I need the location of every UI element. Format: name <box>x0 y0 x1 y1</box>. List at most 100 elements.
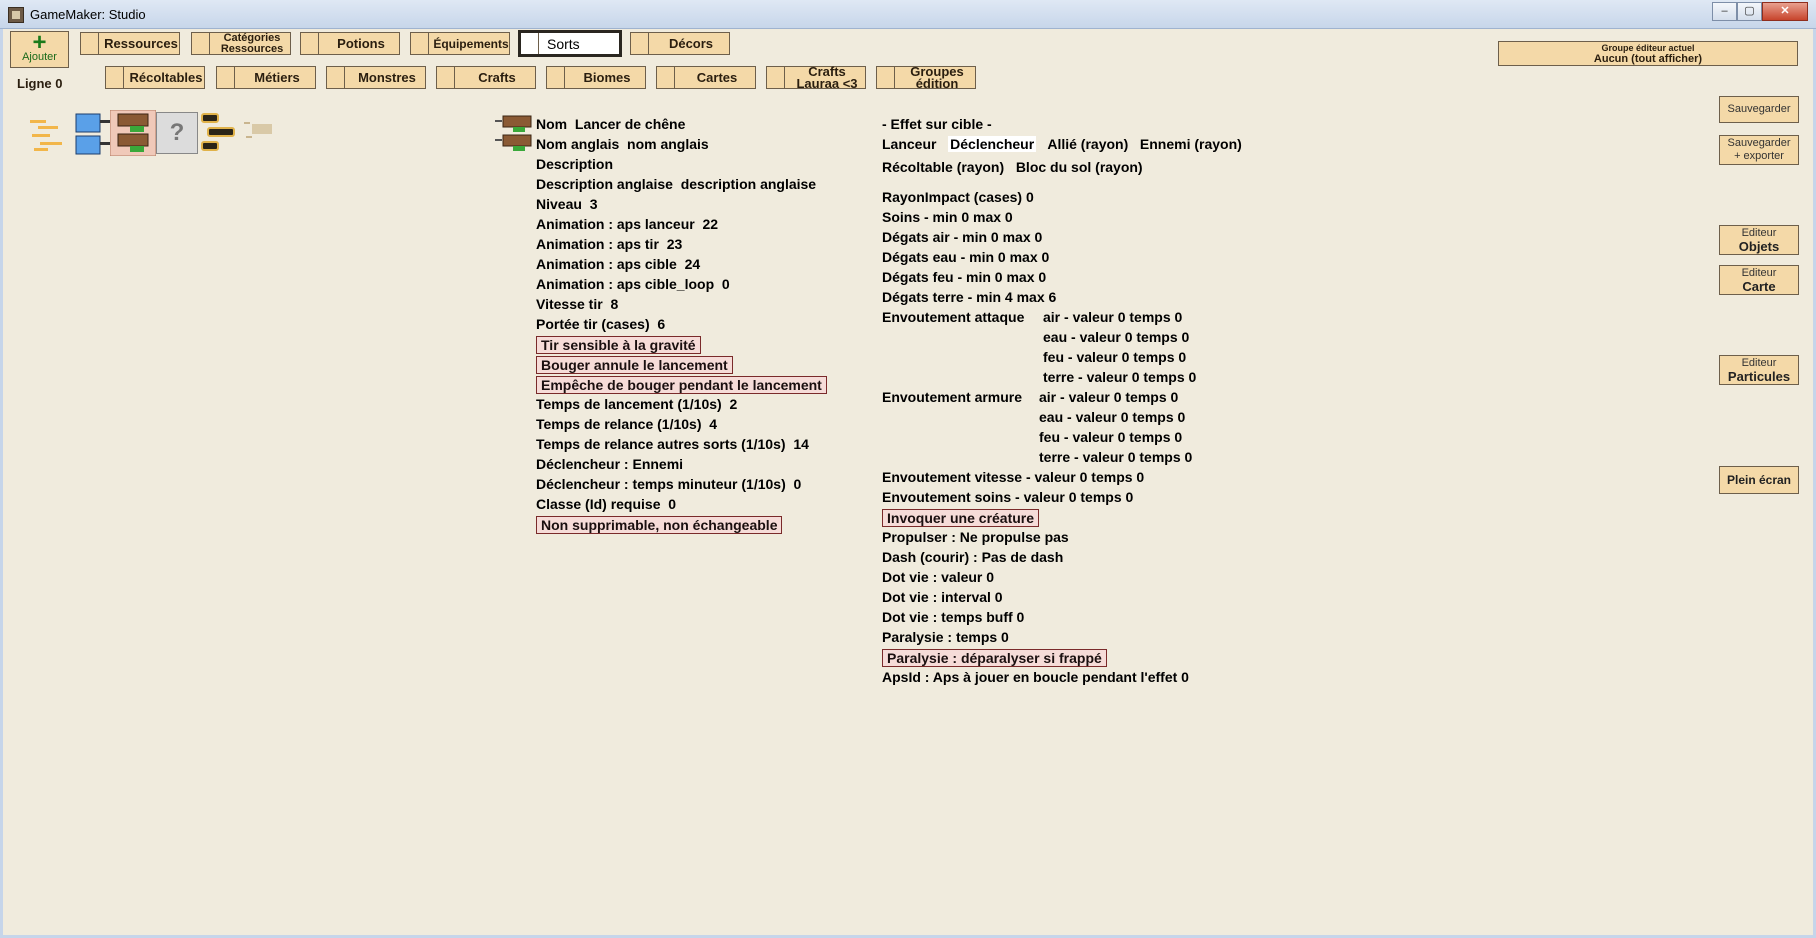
spell-thumb-2[interactable] <box>72 112 114 156</box>
heal[interactable]: Soins - min 0 max 0 <box>882 209 1013 225</box>
tab-checkbox[interactable] <box>327 67 345 88</box>
tab-potions[interactable]: Potions <box>300 32 400 55</box>
particle-editor-button[interactable]: Editeur Particules <box>1719 355 1799 385</box>
curse-speed[interactable]: Envoutement vitesse - valeur 0 temps 0 <box>882 469 1144 485</box>
tab-checkbox[interactable] <box>106 67 124 88</box>
target-trigger[interactable]: Déclencheur <box>948 136 1037 152</box>
flag-summon[interactable]: Invoquer une créature <box>882 509 1040 527</box>
curse-attack-water[interactable]: eau - valeur 0 temps 0 <box>1043 329 1189 345</box>
editor-group-selector[interactable]: Groupe éditeur actuel Aucun (tout affich… <box>1498 41 1798 66</box>
spell-description-en[interactable]: Description anglaise description anglais… <box>536 176 816 192</box>
damage-fire[interactable]: Dégats feu - min 0 max 0 <box>882 269 1046 285</box>
target-caster[interactable]: Lanceur <box>882 136 936 152</box>
curse-heal[interactable]: Envoutement soins - valeur 0 temps 0 <box>882 489 1133 505</box>
save-button[interactable]: Sauvegarder <box>1719 96 1799 123</box>
tab-groupes-edition[interactable]: Groupes édition <box>876 65 976 90</box>
damage-air[interactable]: Dégats air - min 0 max 0 <box>882 229 1042 245</box>
impact-radius[interactable]: RayonImpact (cases) 0 <box>882 189 1034 205</box>
trigger-timer[interactable]: Déclencheur : temps minuteur (1/10s) 0 <box>536 476 801 492</box>
unknown-thumb-icon[interactable]: ? <box>156 112 198 154</box>
damage-water[interactable]: Dégats eau - min 0 max 0 <box>882 249 1049 265</box>
target-ground-block[interactable]: Bloc du sol (rayon) <box>1016 159 1143 175</box>
curse-armor-air[interactable]: air - valeur 0 temps 0 <box>1039 389 1178 405</box>
target-enemy[interactable]: Ennemi (rayon) <box>1140 136 1242 152</box>
cooldown[interactable]: Temps de relance (1/10s) 4 <box>536 416 717 432</box>
tab-cartes[interactable]: Cartes <box>656 66 756 89</box>
curse-armor-earth[interactable]: terre - valeur 0 temps 0 <box>1039 449 1192 465</box>
tab-crafts[interactable]: Crafts <box>436 66 536 89</box>
tab-checkbox[interactable] <box>217 67 235 88</box>
dot-interval[interactable]: Dot vie : interval 0 <box>882 589 1003 605</box>
flag-no-move[interactable]: Empêche de bouger pendant le lancement <box>536 376 827 394</box>
flag-undeletable[interactable]: Non supprimable, non échangeable <box>536 516 783 534</box>
tab-checkbox[interactable] <box>192 33 210 54</box>
trigger[interactable]: Déclencheur : Ennemi <box>536 456 683 472</box>
tab-checkbox[interactable] <box>767 67 785 88</box>
tab-categories-ressources[interactable]: Catégories Ressources <box>191 32 291 55</box>
maximize-button[interactable]: ▢ <box>1737 2 1762 21</box>
tab-biomes[interactable]: Biomes <box>546 66 646 89</box>
aps-loop[interactable]: ApsId : Aps à jouer en boucle pendant l'… <box>882 669 1189 685</box>
effect-targets-row1: Lanceur Déclencheur Allié (rayon) Ennemi… <box>882 136 1242 152</box>
window-controls: – ▢ ✕ <box>1712 2 1808 22</box>
shot-speed[interactable]: Vitesse tir 8 <box>536 296 618 312</box>
tab-ressources[interactable]: Ressources <box>80 32 180 55</box>
dot-value[interactable]: Dot vie : valeur 0 <box>882 569 994 585</box>
cooldown-others[interactable]: Temps de relance autres sorts (1/10s) 14 <box>536 436 809 452</box>
paralysis-time[interactable]: Paralysie : temps 0 <box>882 629 1009 645</box>
tab-monstres[interactable]: Monstres <box>326 66 426 89</box>
tab-checkbox[interactable] <box>301 33 319 54</box>
tab-checkbox[interactable] <box>631 33 649 54</box>
spell-thumb-4[interactable] <box>200 112 242 156</box>
tab-sorts[interactable]: Sorts <box>518 30 622 57</box>
tab-equipements[interactable]: Équipements <box>410 32 510 55</box>
curse-armor-fire[interactable]: feu - valeur 0 temps 0 <box>1039 429 1182 445</box>
tab-recoltables[interactable]: Récoltables <box>105 66 205 89</box>
target-ally[interactable]: Allié (rayon) <box>1047 136 1128 152</box>
spell-description[interactable]: Description <box>536 156 613 172</box>
flag-gravity[interactable]: Tir sensible à la gravité <box>536 336 701 354</box>
curse-attack-earth[interactable]: terre - valeur 0 temps 0 <box>1043 369 1196 385</box>
required-class[interactable]: Classe (Id) requise 0 <box>536 496 676 512</box>
minimize-button[interactable]: – <box>1712 2 1737 21</box>
dash[interactable]: Dash (courir) : Pas de dash <box>882 549 1063 565</box>
close-button[interactable]: ✕ <box>1762 2 1808 21</box>
spell-thumb-1[interactable] <box>28 114 70 156</box>
effect-header: - Effet sur cible - <box>882 116 992 132</box>
tab-metiers[interactable]: Métiers <box>216 66 316 89</box>
spell-name-en[interactable]: Nom anglais nom anglais <box>536 136 709 152</box>
curse-attack-air[interactable]: air - valeur 0 temps 0 <box>1043 309 1182 325</box>
tab-checkbox[interactable] <box>521 33 539 54</box>
flag-move-cancel[interactable]: Bouger annule le lancement <box>536 356 733 374</box>
tab-crafts-lauraa[interactable]: Crafts Lauraa <3 <box>766 65 866 90</box>
curse-attack-fire[interactable]: feu - valeur 0 temps 0 <box>1043 349 1186 365</box>
anim-shot[interactable]: Animation : aps tir 23 <box>536 236 682 252</box>
map-editor-button[interactable]: Editeur Carte <box>1719 265 1799 295</box>
cast-time[interactable]: Temps de lancement (1/10s) 2 <box>536 396 737 412</box>
object-editor-button[interactable]: Editeur Objets <box>1719 225 1799 255</box>
tab-checkbox[interactable] <box>657 67 675 88</box>
tab-checkbox[interactable] <box>81 33 99 54</box>
flag-paralysis-unfreeze[interactable]: Paralysie : déparalyser si frappé <box>882 649 1107 667</box>
tab-decors[interactable]: Décors <box>630 32 730 55</box>
dot-buff-time[interactable]: Dot vie : temps buff 0 <box>882 609 1024 625</box>
fullscreen-button[interactable]: Plein écran <box>1719 466 1799 494</box>
push[interactable]: Propulser : Ne propulse pas <box>882 529 1069 545</box>
tab-checkbox[interactable] <box>411 33 429 54</box>
anim-caster[interactable]: Animation : aps lanceur 22 <box>536 216 718 232</box>
tab-checkbox[interactable] <box>547 67 565 88</box>
spell-level[interactable]: Niveau 3 <box>536 196 598 212</box>
tab-checkbox[interactable] <box>437 67 455 88</box>
add-button[interactable]: + Ajouter <box>10 31 69 68</box>
save-export-button[interactable]: Sauvegarder + exporter <box>1719 135 1799 165</box>
anim-target-loop[interactable]: Animation : aps cible_loop 0 <box>536 276 730 292</box>
spell-thumb-selected[interactable] <box>110 110 156 156</box>
target-harvestable[interactable]: Récoltable (rayon) <box>882 159 1004 175</box>
spell-thumb-5[interactable] <box>242 116 278 152</box>
tab-checkbox[interactable] <box>877 67 895 88</box>
curse-armor-water[interactable]: eau - valeur 0 temps 0 <box>1039 409 1185 425</box>
shot-range[interactable]: Portée tir (cases) 6 <box>536 316 665 332</box>
spell-name[interactable]: Nom Lancer de chêne <box>536 116 685 132</box>
damage-earth[interactable]: Dégats terre - min 4 max 6 <box>882 289 1056 305</box>
anim-target[interactable]: Animation : aps cible 24 <box>536 256 700 272</box>
